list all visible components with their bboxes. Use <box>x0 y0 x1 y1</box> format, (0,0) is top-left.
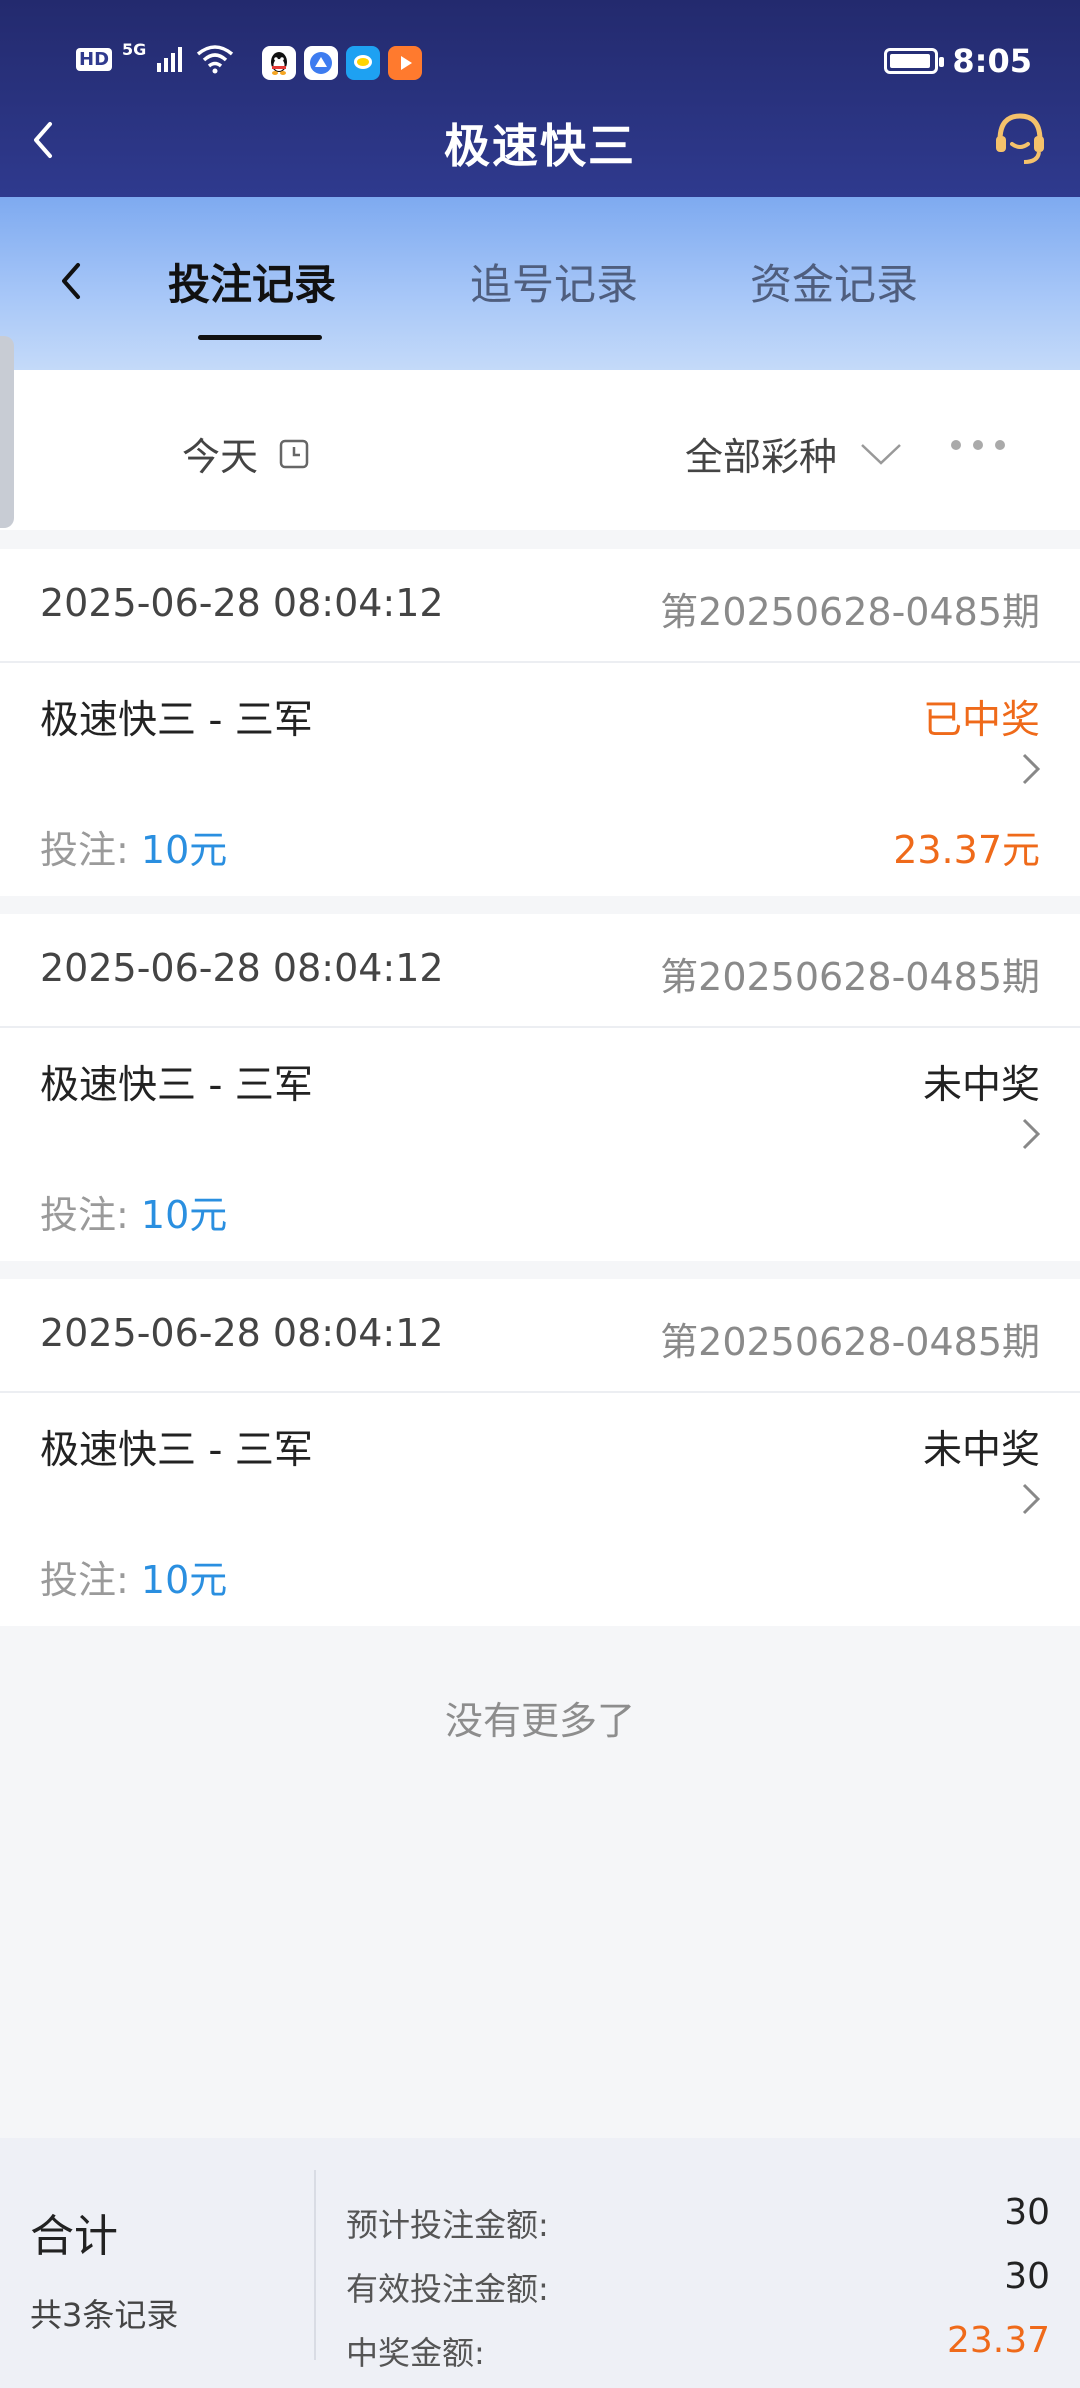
date-filter[interactable]: 今天 <box>182 426 310 481</box>
prize-amount-value: 23.37 <box>946 2320 1050 2361</box>
filter-bar: 今天 全部彩种 <box>0 370 1080 530</box>
no-more-text: 没有更多了 <box>444 1699 635 1743</box>
expected-bet-value: 30 <box>1004 2192 1050 2233</box>
active-tab-underline <box>198 335 322 340</box>
status-bar: HD 5G 8:05 <box>0 38 1080 90</box>
video-app-icon <box>388 46 422 80</box>
record-time: 2025-06-28 08:04:12 <box>40 1311 444 1355</box>
summary-count: 共3条记录 <box>30 2296 179 2334</box>
hd-badge: HD <box>76 47 113 71</box>
record-header: 2025-06-28 08:04:12 第20250628-0485期 <box>0 914 1080 1028</box>
more-icon[interactable] <box>948 430 1008 460</box>
signal-icon <box>157 47 183 72</box>
bet-label: 投注: <box>40 1193 141 1237</box>
clock: 8:05 <box>952 42 1032 80</box>
bet-label: 投注: <box>40 828 141 872</box>
lottery-filter[interactable]: 全部彩种 <box>685 426 903 481</box>
bet-record-card[interactable]: 2025-06-28 08:04:12 第20250628-0485期 极速快三… <box>0 1279 1080 1626</box>
signal-5g-label: 5G <box>122 39 147 59</box>
summary-footer: 合计 共3条记录 预计投注金额: 30 有效投注金额: 30 中奖金额: 23.… <box>0 2138 1080 2388</box>
side-drawer-handle[interactable] <box>0 336 14 528</box>
page-title: 极速快三 <box>444 119 636 173</box>
effective-bet-label: 有效投注金额: <box>346 2270 549 2308</box>
record-time: 2025-06-28 08:04:12 <box>40 581 444 625</box>
browser-app-icon <box>304 46 338 80</box>
chevron-right-icon[interactable] <box>1020 1114 1042 1154</box>
chevron-down-icon <box>861 443 901 465</box>
record-bet: 投注: 10元 <box>40 1184 227 1239</box>
lottery-filter-label: 全部彩种 <box>685 435 838 479</box>
status-right: 8:05 <box>884 42 1032 80</box>
record-game-name: 极速快三 - 三军 <box>40 1428 313 1473</box>
tab-fund-records[interactable]: 资金记录 <box>750 251 918 312</box>
record-bet: 投注: 10元 <box>40 1549 227 1604</box>
bet-amount: 10元 <box>140 1558 228 1602</box>
qq-app-icon <box>262 46 296 80</box>
battery-icon <box>884 48 945 74</box>
record-header: 2025-06-28 08:04:12 第20250628-0485期 <box>0 549 1080 663</box>
record-status: 未中奖 <box>922 1063 1040 1108</box>
chevron-right-icon[interactable] <box>1020 1479 1042 1519</box>
record-tabs: 投注记录 追号记录 资金记录 <box>0 197 1080 370</box>
record-time: 2025-06-28 08:04:12 <box>40 946 444 990</box>
effective-bet-value: 30 <box>1004 2256 1050 2297</box>
tab-back-icon[interactable] <box>50 249 90 313</box>
record-period: 第20250628-0485期 <box>660 1320 1040 1364</box>
wifi-icon <box>197 45 234 74</box>
record-status: 未中奖 <box>922 1428 1040 1473</box>
summary-divider <box>314 2170 316 2360</box>
customer-service-icon[interactable] <box>990 108 1050 168</box>
calendar-icon <box>279 439 309 468</box>
bet-record-card[interactable]: 2025-06-28 08:04:12 第20250628-0485期 极速快三… <box>0 549 1080 896</box>
tab-bet-records[interactable]: 投注记录 <box>168 251 336 312</box>
record-game-name: 极速快三 - 三军 <box>40 1063 313 1108</box>
record-bet: 投注: 10元 <box>40 819 227 874</box>
prize-amount-label: 中奖金额: <box>346 2334 485 2372</box>
record-period: 第20250628-0485期 <box>660 955 1040 999</box>
date-filter-label: 今天 <box>182 435 259 479</box>
status-apps <box>262 46 422 80</box>
chevron-right-icon[interactable] <box>1020 749 1042 789</box>
bet-amount: 10元 <box>140 1193 228 1237</box>
expected-bet-label: 预计投注金额: <box>346 2206 549 2244</box>
record-prize: 23.37元 <box>893 828 1040 872</box>
app-header: HD 5G 8:05 极速快三 <box>0 0 1080 197</box>
record-game-name: 极速快三 - 三军 <box>40 698 313 743</box>
record-header: 2025-06-28 08:04:12 第20250628-0485期 <box>0 1279 1080 1393</box>
status-left: HD 5G <box>76 40 234 74</box>
summary-title: 合计 <box>30 2211 118 2262</box>
bet-record-card[interactable]: 2025-06-28 08:04:12 第20250628-0485期 极速快三… <box>0 914 1080 1261</box>
tab-chase-records[interactable]: 追号记录 <box>470 251 638 312</box>
record-status: 已中奖 <box>922 698 1040 743</box>
bet-amount: 10元 <box>140 828 228 872</box>
record-period: 第20250628-0485期 <box>660 590 1040 634</box>
bet-label: 投注: <box>40 1558 141 1602</box>
chat-app-icon <box>346 46 380 80</box>
battery-fill <box>890 54 931 68</box>
